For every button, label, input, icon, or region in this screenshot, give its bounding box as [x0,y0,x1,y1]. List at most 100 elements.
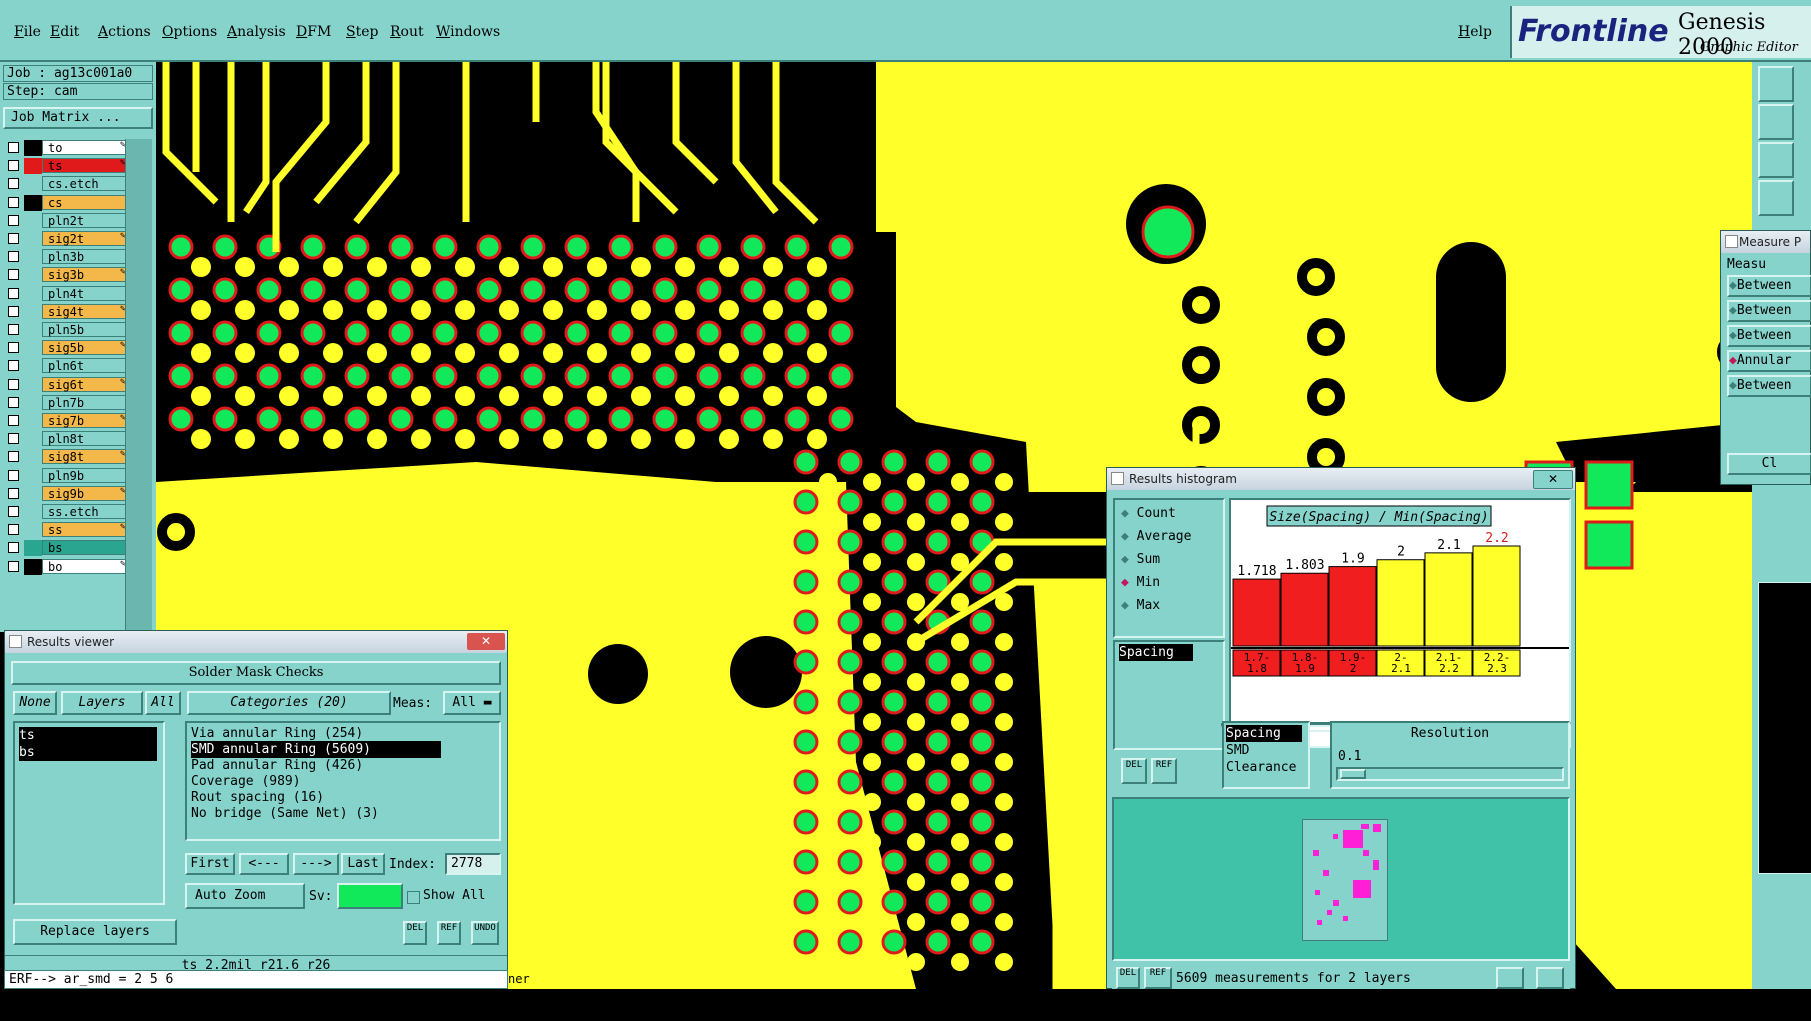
layer-row-sig3b[interactable]: sig3b ✎ [8,267,130,284]
menu-step[interactable]: Step [346,24,378,40]
chart-icon[interactable] [1496,967,1524,989]
measure-option[interactable]: ◆Between [1727,300,1811,322]
layer-color-swatch[interactable] [24,413,42,429]
menu-options[interactable]: Options [162,24,217,40]
layer-row-bo[interactable]: bo ✎ [8,558,130,575]
layer-row-pln3b[interactable]: pln3b [8,249,130,266]
layer-checkbox[interactable] [8,560,19,572]
radio-icon[interactable]: ◆ [1121,598,1129,613]
layer-checkbox[interactable] [8,396,19,408]
severity-color-dropdown[interactable] [337,883,403,909]
auto-zoom-dropdown[interactable]: Auto Zoom [185,883,305,909]
histogram-del-button[interactable]: DEL [1121,758,1147,784]
histogram-bar[interactable] [1376,559,1425,647]
layer-row-pln4t[interactable]: pln4t [8,285,130,302]
layer-name[interactable]: sig8t [42,449,130,465]
layer-row-ts[interactable]: ts ✎ [8,158,130,175]
layer-row-bs[interactable]: bs [8,540,130,557]
layer-color-swatch[interactable] [24,540,42,557]
index-input[interactable]: 2778 [445,853,501,875]
stat-option-min[interactable]: ◆ Min [1121,575,1160,590]
measure-list[interactable]: Spacing SMD Clearance [1222,721,1310,789]
mini-map[interactable] [1758,582,1811,874]
layer-checkbox[interactable] [8,160,19,172]
layer-row-pln7b[interactable]: pln7b [8,394,130,411]
layer-scrollbar[interactable] [125,139,152,694]
list-item[interactable]: Spacing [1226,725,1302,742]
resolution-slider[interactable] [1336,767,1564,781]
layer-name[interactable]: pln6t [42,358,130,374]
layer-row-ss[interactable]: ss ✎ [8,522,130,539]
none-button[interactable]: None [13,691,57,715]
layer-row-pln9b[interactable]: pln9b [8,467,130,484]
first-button[interactable]: First [185,853,235,875]
replace-layers-dropdown[interactable]: Replace layers [13,919,177,945]
layer-row-cs-etch[interactable]: cs.etch [8,176,130,193]
show-all-checkbox[interactable] [407,891,420,904]
layer-name[interactable]: sig2t [42,231,130,246]
layer-name[interactable]: pln7b [42,394,130,410]
list-item[interactable]: SMD [1226,742,1249,759]
list-item[interactable]: Spacing [1119,644,1193,661]
next-button[interactable]: ---> [293,853,339,875]
meas-dropdown[interactable]: All ▬ [443,691,501,715]
layer-name[interactable]: cs [42,194,130,210]
layer-name[interactable]: bo [42,558,130,574]
layer-name[interactable]: sig6t [42,376,130,392]
layer-color-swatch[interactable] [24,340,42,357]
layer-checkbox[interactable] [8,214,19,226]
undo-button[interactable]: UNDO [471,921,499,945]
layer-checkbox[interactable] [8,324,19,335]
histogram-bar[interactable] [1232,578,1281,647]
layer-checkbox[interactable] [8,287,19,299]
layer-name[interactable]: sig3b [42,267,130,283]
layer-color-swatch[interactable] [24,394,42,411]
chart-export-icon[interactable] [1536,967,1564,989]
measure-option[interactable]: ◆Annular [1727,350,1811,372]
layer-row-sig6t[interactable]: sig6t ✎ [8,376,130,393]
layer-checkbox[interactable] [8,378,19,390]
layer-checkbox[interactable] [8,178,19,190]
layer-color-swatch[interactable] [24,467,42,484]
layer-checkbox[interactable] [8,305,19,317]
command-line[interactable]: ERF--> ar_smd = 2 5 6 [4,970,508,989]
measure-close-button[interactable]: Cl [1727,453,1811,475]
layer-checkbox[interactable] [8,233,19,244]
layer-name[interactable]: pln2t [42,212,130,228]
menu-windows[interactable]: Windows [436,24,500,40]
layer-checkbox[interactable] [8,487,19,499]
stat-option-max[interactable]: ◆ Max [1121,598,1160,613]
layer-color-swatch[interactable] [24,231,42,247]
layer-color-swatch[interactable] [24,522,42,539]
layer-checkbox[interactable] [8,433,19,445]
menu-analysis[interactable]: Analysis [227,24,286,40]
layer-name[interactable]: to [42,140,130,155]
prev-button[interactable]: <--- [239,853,289,875]
radio-icon[interactable]: ◆ [1729,303,1737,318]
layer-checkbox[interactable] [8,269,19,281]
layer-row-to[interactable]: to ✎ [8,140,130,156]
layer-color-swatch[interactable] [24,322,42,338]
layer-name[interactable]: ts [42,158,130,174]
close-icon[interactable]: ✕ [1533,470,1573,489]
layer-color-swatch[interactable] [24,558,42,575]
layers-button[interactable]: Layers [61,691,143,715]
layer-name[interactable]: pln9b [42,467,130,483]
layer-color-swatch[interactable] [24,504,42,520]
layer-name[interactable]: sig4t [42,303,130,319]
radio-icon[interactable]: ◆ [1121,506,1129,521]
layer-row-sig8t[interactable]: sig8t ✎ [8,449,130,466]
stat-option-sum[interactable]: ◆ Sum [1121,552,1160,567]
layer-checkbox[interactable] [8,524,19,536]
measure-tool-icon[interactable] [1758,180,1794,216]
category-item[interactable]: Pad annular Ring (426) [191,757,441,774]
radio-icon[interactable]: ◆ [1121,552,1129,567]
layer-row-sig4t[interactable]: sig4t ✎ [8,303,130,320]
list-item[interactable]: ts [19,727,157,744]
categories-button[interactable]: Categories (20) [187,691,391,715]
menu-file[interactable]: File [14,24,41,40]
menu-actions[interactable]: Actions [98,24,151,40]
layer-results-list[interactable]: ts bs [13,721,165,905]
histogram-bar[interactable] [1472,545,1521,647]
menu-dfm[interactable]: DFM [296,24,331,40]
